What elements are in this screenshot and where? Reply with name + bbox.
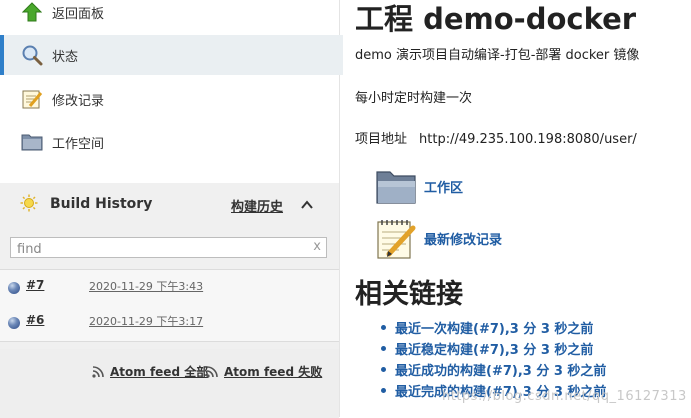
magnifier-icon	[20, 43, 44, 67]
project-url-line: 项目地址 http://49.235.100.198:8080/user/	[355, 128, 637, 147]
sidebar: 返回面板 状态 修改记录 工作空间 Build History 构建历史 fin…	[0, 0, 343, 418]
workspace-link[interactable]: 工作区	[374, 164, 463, 208]
rss-feed-icon	[206, 365, 218, 378]
permalink-last-completed-build[interactable]: 最近完成的构建(#7),3 分 3 秒之前	[377, 381, 606, 402]
chevron-up-icon[interactable]	[300, 197, 314, 211]
permalink-last-successful-build[interactable]: 最近成功的构建(#7),3 分 3 秒之前	[377, 360, 606, 381]
atom-feed-failed-label: Atom feed 失败	[224, 365, 323, 379]
project-url-value: http://49.235.100.198:8080/user/	[419, 132, 637, 147]
build-row: #7 2020-11-29 下午3:43	[0, 269, 339, 307]
build-search-input[interactable]	[11, 240, 313, 259]
related-links-heading: 相关链接	[355, 279, 463, 310]
build-history-footer: Atom feed 全部 Atom feed 失败	[0, 349, 339, 418]
clear-search-button[interactable]: x	[313, 239, 321, 254]
build-history-pane: Build History 构建历史 x #7 2020-11-29 下午3:4…	[0, 183, 339, 418]
weather-sunny-icon	[20, 194, 38, 216]
build-row: #6 2020-11-29 下午3:17	[0, 305, 339, 342]
task-workspace[interactable]: 工作空间	[0, 122, 339, 162]
build-status-ball-icon	[8, 282, 20, 294]
build-history-search: x	[10, 237, 327, 259]
build-status-ball-icon	[8, 317, 20, 329]
main-panel: 工程 demo-docker demo 演示项目自动编译-打包-部署 docke…	[339, 0, 691, 417]
build-history-title: Build History	[50, 196, 153, 212]
folder-icon	[374, 164, 418, 208]
notepad-icon	[20, 87, 44, 111]
project-url-label: 项目地址	[355, 132, 408, 147]
build-date-link[interactable]: 2020-11-29 下午3:17	[89, 313, 203, 329]
build-number-link[interactable]: #6	[26, 313, 44, 327]
recent-changes-link[interactable]: 最新修改记录	[374, 216, 502, 260]
notepad-icon	[374, 216, 418, 260]
task-label: 状态	[52, 49, 79, 65]
atom-feed-failed-link[interactable]: Atom feed 失败	[206, 363, 322, 380]
task-status[interactable]: 状态	[0, 35, 343, 75]
page-title: 工程 demo-docker	[355, 2, 637, 36]
task-label: 修改记录	[52, 93, 105, 109]
task-changes[interactable]: 修改记录	[0, 79, 339, 119]
build-number-link[interactable]: #7	[26, 278, 44, 292]
project-description: demo 演示项目自动编译-打包-部署 docker 镜像	[355, 48, 640, 63]
build-history-header: Build History 构建历史	[0, 183, 339, 226]
task-label: 返回面板	[52, 6, 105, 22]
task-back-to-dashboard[interactable]: 返回面板	[0, 0, 339, 32]
build-date-link[interactable]: 2020-11-29 下午3:43	[89, 278, 203, 294]
permalink-last-stable-build[interactable]: 最近稳定构建(#7),3 分 3 秒之前	[377, 339, 606, 360]
project-schedule-note: 每小时定时构建一次	[355, 91, 473, 106]
recent-changes-link-label[interactable]: 最新修改记录	[424, 229, 502, 248]
folder-icon	[20, 130, 44, 154]
permalink-last-build[interactable]: 最近一次构建(#7),3 分 3 秒之前	[377, 318, 606, 339]
permalinks-list: 最近一次构建(#7),3 分 3 秒之前 最近稳定构建(#7),3 分 3 秒之…	[377, 318, 606, 402]
build-trend-link[interactable]: 构建历史	[231, 196, 283, 215]
atom-feed-all-label: Atom feed 全部	[110, 365, 209, 379]
up-arrow-icon	[20, 0, 44, 24]
atom-feed-all-link[interactable]: Atom feed 全部	[92, 363, 208, 380]
task-label: 工作空间	[52, 136, 105, 152]
rss-feed-icon	[92, 365, 104, 378]
workspace-link-label[interactable]: 工作区	[424, 177, 463, 196]
